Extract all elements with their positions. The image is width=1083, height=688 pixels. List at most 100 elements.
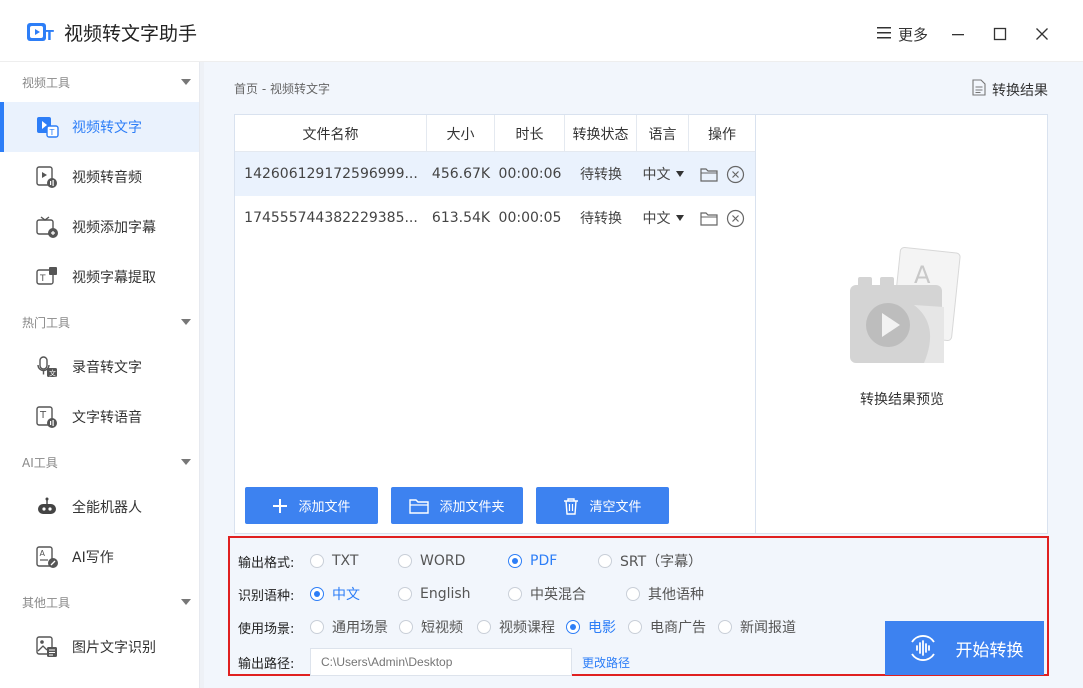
svg-text:T: T <box>45 29 54 44</box>
folder-icon[interactable] <box>699 167 718 182</box>
scene-option-course[interactable]: 视频课程 <box>477 617 566 637</box>
format-option-pdf[interactable]: PDF <box>508 553 598 569</box>
format-option-word[interactable]: WORD <box>398 553 508 569</box>
language-option-chinese[interactable]: 中文 <box>310 584 398 604</box>
sidebar-section-other-tools[interactable]: 其他工具 <box>0 582 199 622</box>
file-duration: 00:00:06 <box>498 166 562 182</box>
menu-icon <box>876 26 892 44</box>
document-icon <box>972 79 986 100</box>
sidebar-item-video-to-audio[interactable]: 视频转音频 <box>0 152 199 202</box>
microphone-icon: 文 <box>34 354 60 380</box>
sidebar-item-ai-writing[interactable]: A AI写作 <box>0 532 199 582</box>
sidebar-item-recording-to-text[interactable]: 文 录音转文字 <box>0 342 199 392</box>
output-format-label: 输出格式: <box>238 555 295 571</box>
video-text-icon: T <box>34 114 60 140</box>
close-icon <box>1036 28 1048 40</box>
column-header-actions: 操作 <box>708 126 736 143</box>
table-row[interactable]: 174555744382229385... 613.54K 00:00:05 待… <box>235 196 755 240</box>
change-path-link[interactable]: 更改路径 <box>582 654 630 671</box>
table-row[interactable]: 142606129172596999... 456.67K 00:00:06 待… <box>235 152 755 196</box>
svg-text:T: T <box>39 410 47 421</box>
audio-wave-icon <box>910 635 935 661</box>
scene-option-general[interactable]: 通用场景 <box>310 617 399 637</box>
sidebar: 视频工具 T 视频转文字 视频转音频 视频添加字幕 T 视频字幕提取 热门工具 … <box>0 62 200 688</box>
remove-icon[interactable] <box>726 165 745 184</box>
svg-text:T: T <box>49 128 55 137</box>
scene-option-ecommerce[interactable]: 电商广告 <box>628 617 718 637</box>
clear-files-button[interactable]: 清空文件 <box>536 487 669 524</box>
add-folder-button[interactable]: 添加文件夹 <box>391 487 523 524</box>
language-dropdown[interactable]: 中文 <box>643 164 684 184</box>
sidebar-item-subtitle-extract[interactable]: T 视频字幕提取 <box>0 252 199 302</box>
svg-text:文: 文 <box>49 369 56 378</box>
conversion-result-link[interactable]: 转换结果 <box>972 79 1048 100</box>
scene-option-news[interactable]: 新闻报道 <box>718 617 796 637</box>
app-title: 视频转文字助手 <box>64 23 198 45</box>
ai-writing-icon: A <box>34 544 60 570</box>
sidebar-section-ai-tools[interactable]: AI工具 <box>0 442 199 482</box>
file-size: 456.67K <box>431 166 491 182</box>
preview-label: 转换结果预览 <box>860 392 944 408</box>
sidebar-item-video-to-text[interactable]: T 视频转文字 <box>0 102 199 152</box>
column-header-duration: 时长 <box>495 115 565 152</box>
format-option-srt[interactable]: SRT（字幕） <box>598 551 702 571</box>
app-logo-icon: T <box>26 20 56 44</box>
main-content: 首页 - 视频转文字 转换结果 文件名称 大小 时长 转换状态 语言 操作 14… <box>204 62 1083 688</box>
file-duration: 00:00:05 <box>498 210 562 226</box>
scene-option-movie[interactable]: 电影 <box>566 617 628 637</box>
language-dropdown[interactable]: 中文 <box>643 208 684 228</box>
image-text-icon <box>34 634 60 660</box>
recognition-language-label: 识别语种: <box>238 588 295 604</box>
language-option-other[interactable]: 其他语种 <box>626 584 704 604</box>
svg-text:A: A <box>40 549 46 558</box>
trash-icon <box>564 497 579 515</box>
maximize-button[interactable] <box>986 20 1014 48</box>
robot-icon <box>34 494 60 520</box>
start-conversion-button[interactable]: 开始转换 <box>885 621 1044 675</box>
usage-scene-label: 使用场景: <box>238 621 295 637</box>
file-size: 613.54K <box>431 210 491 226</box>
subtitle-extract-icon: T <box>34 264 60 290</box>
dropdown-arrow-icon <box>675 215 684 221</box>
column-header-language: 语言 <box>637 115 689 152</box>
result-preview-panel: A 转换结果预览 <box>756 114 1048 534</box>
column-header-name: 文件名称 <box>235 115 427 152</box>
maximize-icon <box>993 27 1007 41</box>
folder-icon[interactable] <box>699 211 718 226</box>
caret-down-icon <box>181 599 191 605</box>
sidebar-item-text-to-speech[interactable]: T 文字转语音 <box>0 392 199 442</box>
caret-down-icon <box>181 459 191 465</box>
usage-scene-row: 使用场景: 通用场景 短视频 视频课程 电影 电商广告 新闻报道 <box>238 612 796 642</box>
svg-text:A: A <box>914 261 931 289</box>
file-status: 待转换 <box>580 167 622 183</box>
table-header: 文件名称 大小 时长 转换状态 语言 操作 <box>235 115 755 152</box>
text-speech-icon: T <box>34 404 60 430</box>
remove-icon[interactable] <box>726 209 745 228</box>
sidebar-item-add-subtitle[interactable]: 视频添加字幕 <box>0 202 199 252</box>
add-file-button[interactable]: 添加文件 <box>245 487 378 524</box>
sidebar-section-hot-tools[interactable]: 热门工具 <box>0 302 199 342</box>
language-option-english[interactable]: English <box>398 586 508 602</box>
sidebar-item-robot[interactable]: 全能机器人 <box>0 482 199 532</box>
file-name: 142606129172596999... <box>244 166 418 182</box>
output-format-row: 输出格式: TXT WORD PDF SRT（字幕） <box>238 546 702 576</box>
output-path-row: 输出路径: 更改路径 <box>238 647 630 677</box>
output-path-input[interactable] <box>310 648 572 676</box>
sidebar-item-image-ocr[interactable]: 图片文字识别 <box>0 622 199 672</box>
minimize-icon <box>952 34 964 36</box>
breadcrumb: 首页 - 视频转文字 <box>234 82 330 96</box>
language-option-mixed[interactable]: 中英混合 <box>508 584 626 604</box>
recognition-language-row: 识别语种: 中文 English 中英混合 其他语种 <box>238 579 704 609</box>
plus-icon <box>273 498 288 513</box>
scene-option-short-video[interactable]: 短视频 <box>399 617 477 637</box>
format-option-txt[interactable]: TXT <box>310 553 398 569</box>
more-menu-button[interactable]: 更多 <box>876 24 928 45</box>
svg-text:T: T <box>39 274 46 284</box>
more-label: 更多 <box>898 26 929 44</box>
close-button[interactable] <box>1028 20 1056 48</box>
sidebar-section-video-tools[interactable]: 视频工具 <box>0 62 199 102</box>
title-bar: T 视频转文字助手 更多 <box>0 0 1083 62</box>
file-status: 待转换 <box>580 211 622 227</box>
minimize-button[interactable] <box>944 20 972 48</box>
file-list-panel: 文件名称 大小 时长 转换状态 语言 操作 142606129172596999… <box>234 114 756 534</box>
